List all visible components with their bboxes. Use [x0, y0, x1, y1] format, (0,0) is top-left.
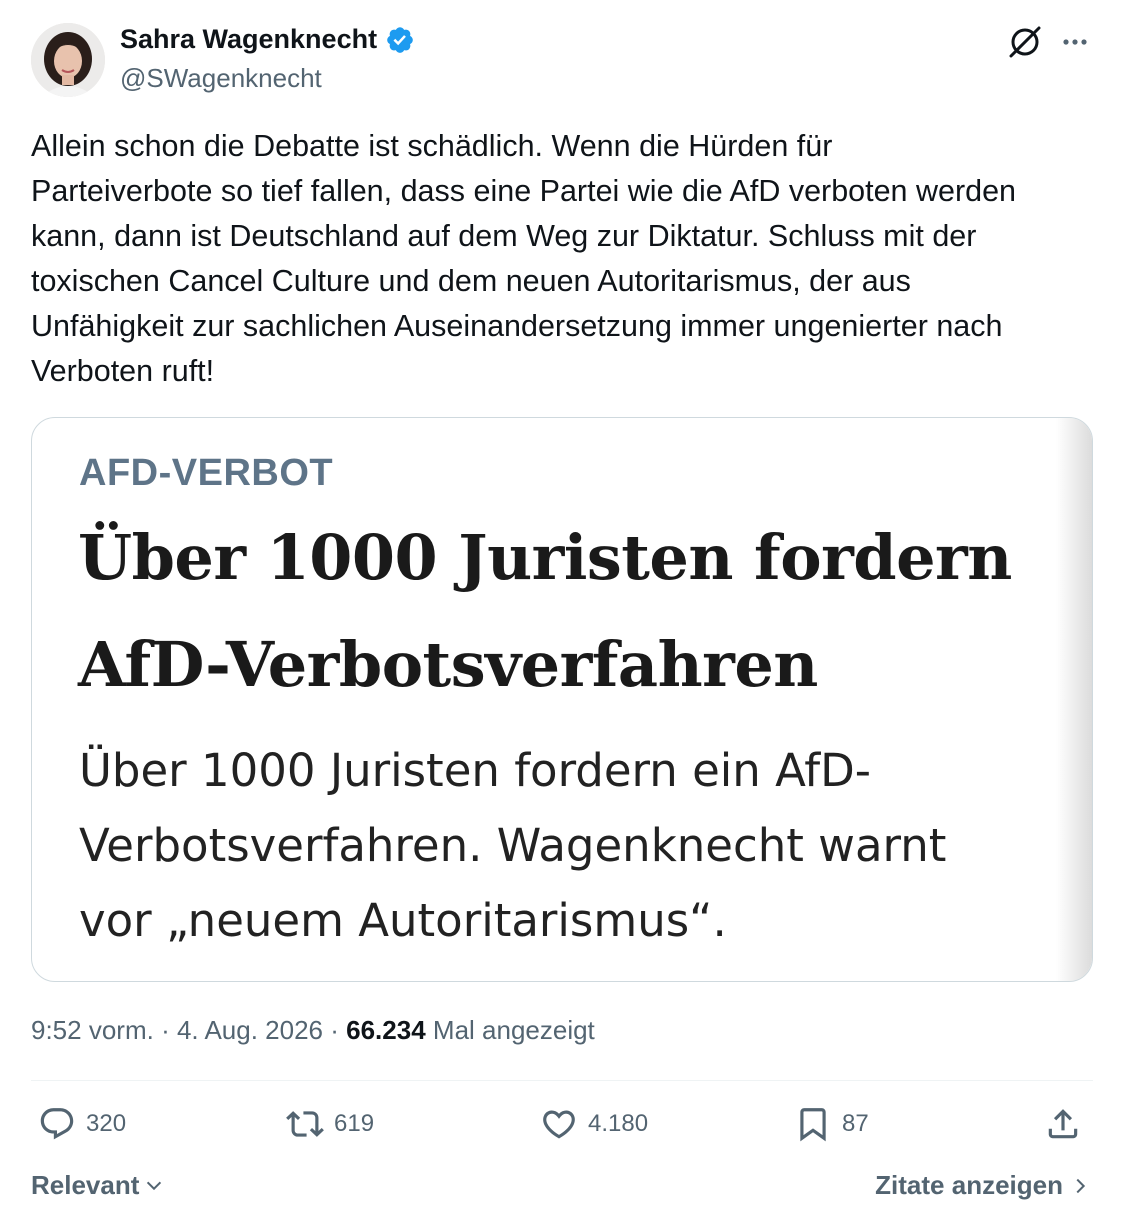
grok-icon[interactable]: [1007, 24, 1043, 60]
author-handle[interactable]: @SWagenknecht: [120, 63, 322, 94]
author-avatar[interactable]: [31, 23, 105, 97]
article-teaser: Über 1000 Juristen fordern ein AfD- Verb…: [79, 744, 947, 947]
bookmark-count: 87: [842, 1110, 869, 1137]
bookmark-button[interactable]: 87: [794, 1105, 869, 1143]
tweet-date[interactable]: 4. Aug. 2026: [177, 1015, 323, 1045]
media-card[interactable]: AFD-VERBOT Über 1000 Juristen fordern Af…: [31, 417, 1093, 982]
retweet-icon: [286, 1111, 324, 1137]
meta-separator: ·: [161, 1015, 170, 1045]
divider: [31, 1080, 1093, 1081]
heart-icon: [543, 1110, 575, 1139]
share-icon: [1048, 1109, 1078, 1139]
views-label: Mal angezeigt: [432, 1015, 595, 1045]
sort-replies-button[interactable]: Relevant: [31, 1170, 165, 1201]
reply-count: 320: [86, 1110, 127, 1137]
tweet-text: Allein schon die Debatte ist schädlich. …: [31, 129, 1017, 388]
article-headline: Über 1000 Juristen fordern AfD-Verbotsve…: [78, 521, 1012, 701]
more-icon[interactable]: [1058, 28, 1092, 56]
author-display-name[interactable]: Sahra Wagenknecht: [120, 24, 377, 55]
author-name-row[interactable]: Sahra Wagenknecht: [120, 24, 415, 55]
quotes-label: Zitate anzeigen: [875, 1170, 1063, 1200]
retweet-count: 619: [334, 1110, 375, 1137]
retweet-button[interactable]: 619: [286, 1105, 374, 1143]
views-count: 66.234: [346, 1015, 426, 1045]
sort-label: Relevant: [31, 1170, 140, 1200]
reply-icon: [40, 1108, 74, 1140]
verified-badge-icon: [387, 26, 413, 53]
reply-button[interactable]: 320: [38, 1105, 126, 1143]
tweet-time[interactable]: 9:52 vorm.: [31, 1015, 154, 1045]
meta-separator: ·: [330, 1015, 339, 1045]
media-edge-shade: [1056, 418, 1092, 981]
like-count: 4.180: [588, 1110, 649, 1137]
share-button[interactable]: [1044, 1105, 1082, 1143]
chevron-right-icon: [1076, 1178, 1086, 1193]
chevron-down-icon: [147, 1181, 162, 1190]
view-quotes-button[interactable]: Zitate anzeigen: [875, 1170, 1089, 1201]
article-kicker: AFD-VERBOT: [79, 452, 334, 494]
bookmark-icon: [800, 1108, 826, 1142]
tweet-meta: 9:52 vorm. · 4. Aug. 2026 · 66.234 Mal a…: [31, 1015, 595, 1046]
like-button[interactable]: 4.180: [540, 1105, 648, 1143]
